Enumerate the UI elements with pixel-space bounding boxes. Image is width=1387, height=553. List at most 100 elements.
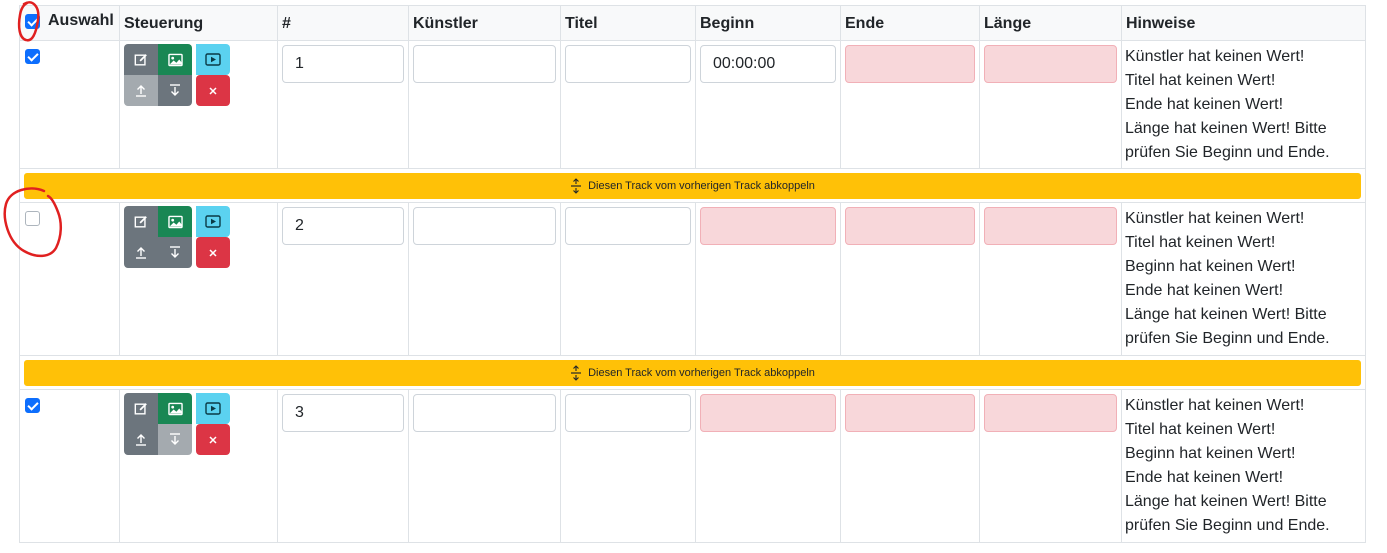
arrow-up-icon — [135, 433, 147, 446]
edit-button[interactable] — [124, 206, 158, 237]
close-icon — [208, 248, 218, 258]
titel-input[interactable] — [565, 45, 691, 83]
arrow-up-icon — [135, 246, 147, 259]
delete-button[interactable] — [196, 237, 230, 268]
track-number-input[interactable] — [282, 45, 404, 83]
move-down-button[interactable] — [158, 75, 192, 106]
track-row: Künstler hat keinen Wert! Titel hat kein… — [19, 41, 1366, 169]
note-line: Künstler hat keinen Wert! — [1125, 48, 1305, 65]
header-kuenstler: Künstler — [409, 6, 561, 40]
play-icon — [205, 402, 221, 415]
header-beginn: Beginn — [696, 6, 841, 40]
kuenstler-input[interactable] — [413, 45, 556, 83]
kuenstler-input[interactable] — [413, 394, 556, 432]
note-line: Länge hat keinen Wert! Bitte prüfen Sie … — [1125, 306, 1330, 347]
arrow-up-icon — [135, 84, 147, 97]
expand-vertical-icon — [570, 365, 582, 381]
header-hinweise: Hinweise — [1126, 15, 1196, 32]
note-line: Ende hat keinen Wert! — [1125, 469, 1284, 486]
ende-input[interactable] — [845, 394, 975, 432]
cover-image-button[interactable] — [158, 393, 192, 424]
note-line: Künstler hat keinen Wert! — [1125, 210, 1305, 227]
table-header: Auswahl Steuerung # Künstler Titel Begin… — [19, 5, 1366, 41]
note-line: Länge hat keinen Wert! Bitte prüfen Sie … — [1125, 493, 1330, 534]
hinweise-cell: Künstler hat keinen Wert! Titel hat kein… — [1122, 203, 1365, 355]
note-line: Ende hat keinen Wert! — [1125, 96, 1284, 113]
hinweise-cell: Künstler hat keinen Wert! Titel hat kein… — [1122, 390, 1365, 542]
pencil-square-icon — [134, 53, 148, 67]
track-controls — [124, 44, 273, 106]
beginn-input[interactable] — [700, 394, 836, 432]
header-nummer: # — [278, 6, 409, 40]
image-icon — [167, 215, 183, 229]
track-row: Künstler hat keinen Wert! Titel hat kein… — [19, 203, 1366, 356]
header-steuerung: Steuerung — [120, 6, 278, 40]
close-icon — [208, 435, 218, 445]
separator-row: Diesen Track vom vorherigen Track abkopp… — [19, 356, 1366, 390]
arrow-down-icon — [169, 246, 181, 259]
separator-row: Diesen Track vom vorherigen Track abkopp… — [19, 169, 1366, 203]
note-line: Ende hat keinen Wert! — [1125, 282, 1284, 299]
edit-button[interactable] — [124, 44, 158, 75]
play-button[interactable] — [196, 393, 230, 424]
pencil-square-icon — [134, 402, 148, 416]
kuenstler-input[interactable] — [413, 207, 556, 245]
track-table: Auswahl Steuerung # Künstler Titel Begin… — [19, 5, 1366, 543]
decouple-track-label: Diesen Track vom vorherigen Track abkopp… — [588, 180, 815, 192]
titel-input[interactable] — [565, 394, 691, 432]
note-line: Titel hat keinen Wert! — [1125, 72, 1276, 89]
decouple-track-label: Diesen Track vom vorherigen Track abkopp… — [588, 367, 815, 379]
track-select-checkbox[interactable] — [25, 398, 40, 413]
ende-input[interactable] — [845, 207, 975, 245]
edit-button[interactable] — [124, 393, 158, 424]
delete-button[interactable] — [196, 424, 230, 455]
decouple-track-button[interactable]: Diesen Track vom vorherigen Track abkopp… — [24, 173, 1361, 199]
beginn-input[interactable] — [700, 207, 836, 245]
track-controls — [124, 393, 273, 455]
note-line: Künstler hat keinen Wert! — [1125, 397, 1305, 414]
laenge-input[interactable] — [984, 394, 1117, 432]
hinweise-cell: Künstler hat keinen Wert! Titel hat kein… — [1122, 41, 1365, 168]
note-line: Beginn hat keinen Wert! — [1125, 445, 1296, 462]
header-laenge: Länge — [980, 6, 1122, 40]
move-up-button[interactable] — [124, 75, 158, 106]
cover-image-button[interactable] — [158, 44, 192, 75]
header-titel: Titel — [561, 6, 696, 40]
header-auswahl: Auswahl — [20, 6, 120, 40]
move-down-button[interactable] — [158, 424, 192, 455]
laenge-input[interactable] — [984, 207, 1117, 245]
track-number-input[interactable] — [282, 394, 404, 432]
play-button[interactable] — [196, 206, 230, 237]
note-line: Länge hat keinen Wert! Bitte prüfen Sie … — [1125, 120, 1330, 161]
track-select-checkbox[interactable] — [25, 211, 40, 226]
note-line: Beginn hat keinen Wert! — [1125, 258, 1296, 275]
track-controls — [124, 206, 273, 268]
arrow-down-icon — [169, 84, 181, 97]
select-all-checkbox[interactable] — [25, 14, 40, 29]
image-icon — [167, 53, 183, 67]
beginn-input[interactable] — [700, 45, 836, 83]
decouple-track-button[interactable]: Diesen Track vom vorherigen Track abkopp… — [24, 360, 1361, 386]
pencil-square-icon — [134, 215, 148, 229]
ende-input[interactable] — [845, 45, 975, 83]
move-up-button[interactable] — [124, 237, 158, 268]
track-row: Künstler hat keinen Wert! Titel hat kein… — [19, 390, 1366, 543]
expand-vertical-icon — [570, 178, 582, 194]
move-up-button[interactable] — [124, 424, 158, 455]
play-icon — [205, 53, 221, 66]
play-button[interactable] — [196, 44, 230, 75]
laenge-input[interactable] — [984, 45, 1117, 83]
delete-button[interactable] — [196, 75, 230, 106]
cover-image-button[interactable] — [158, 206, 192, 237]
note-line: Titel hat keinen Wert! — [1125, 234, 1276, 251]
header-ende: Ende — [841, 6, 980, 40]
note-line: Titel hat keinen Wert! — [1125, 421, 1276, 438]
image-icon — [167, 402, 183, 416]
play-icon — [205, 215, 221, 228]
titel-input[interactable] — [565, 207, 691, 245]
move-down-button[interactable] — [158, 237, 192, 268]
track-select-checkbox[interactable] — [25, 49, 40, 64]
arrow-down-icon — [169, 433, 181, 446]
track-number-input[interactable] — [282, 207, 404, 245]
close-icon — [208, 86, 218, 96]
